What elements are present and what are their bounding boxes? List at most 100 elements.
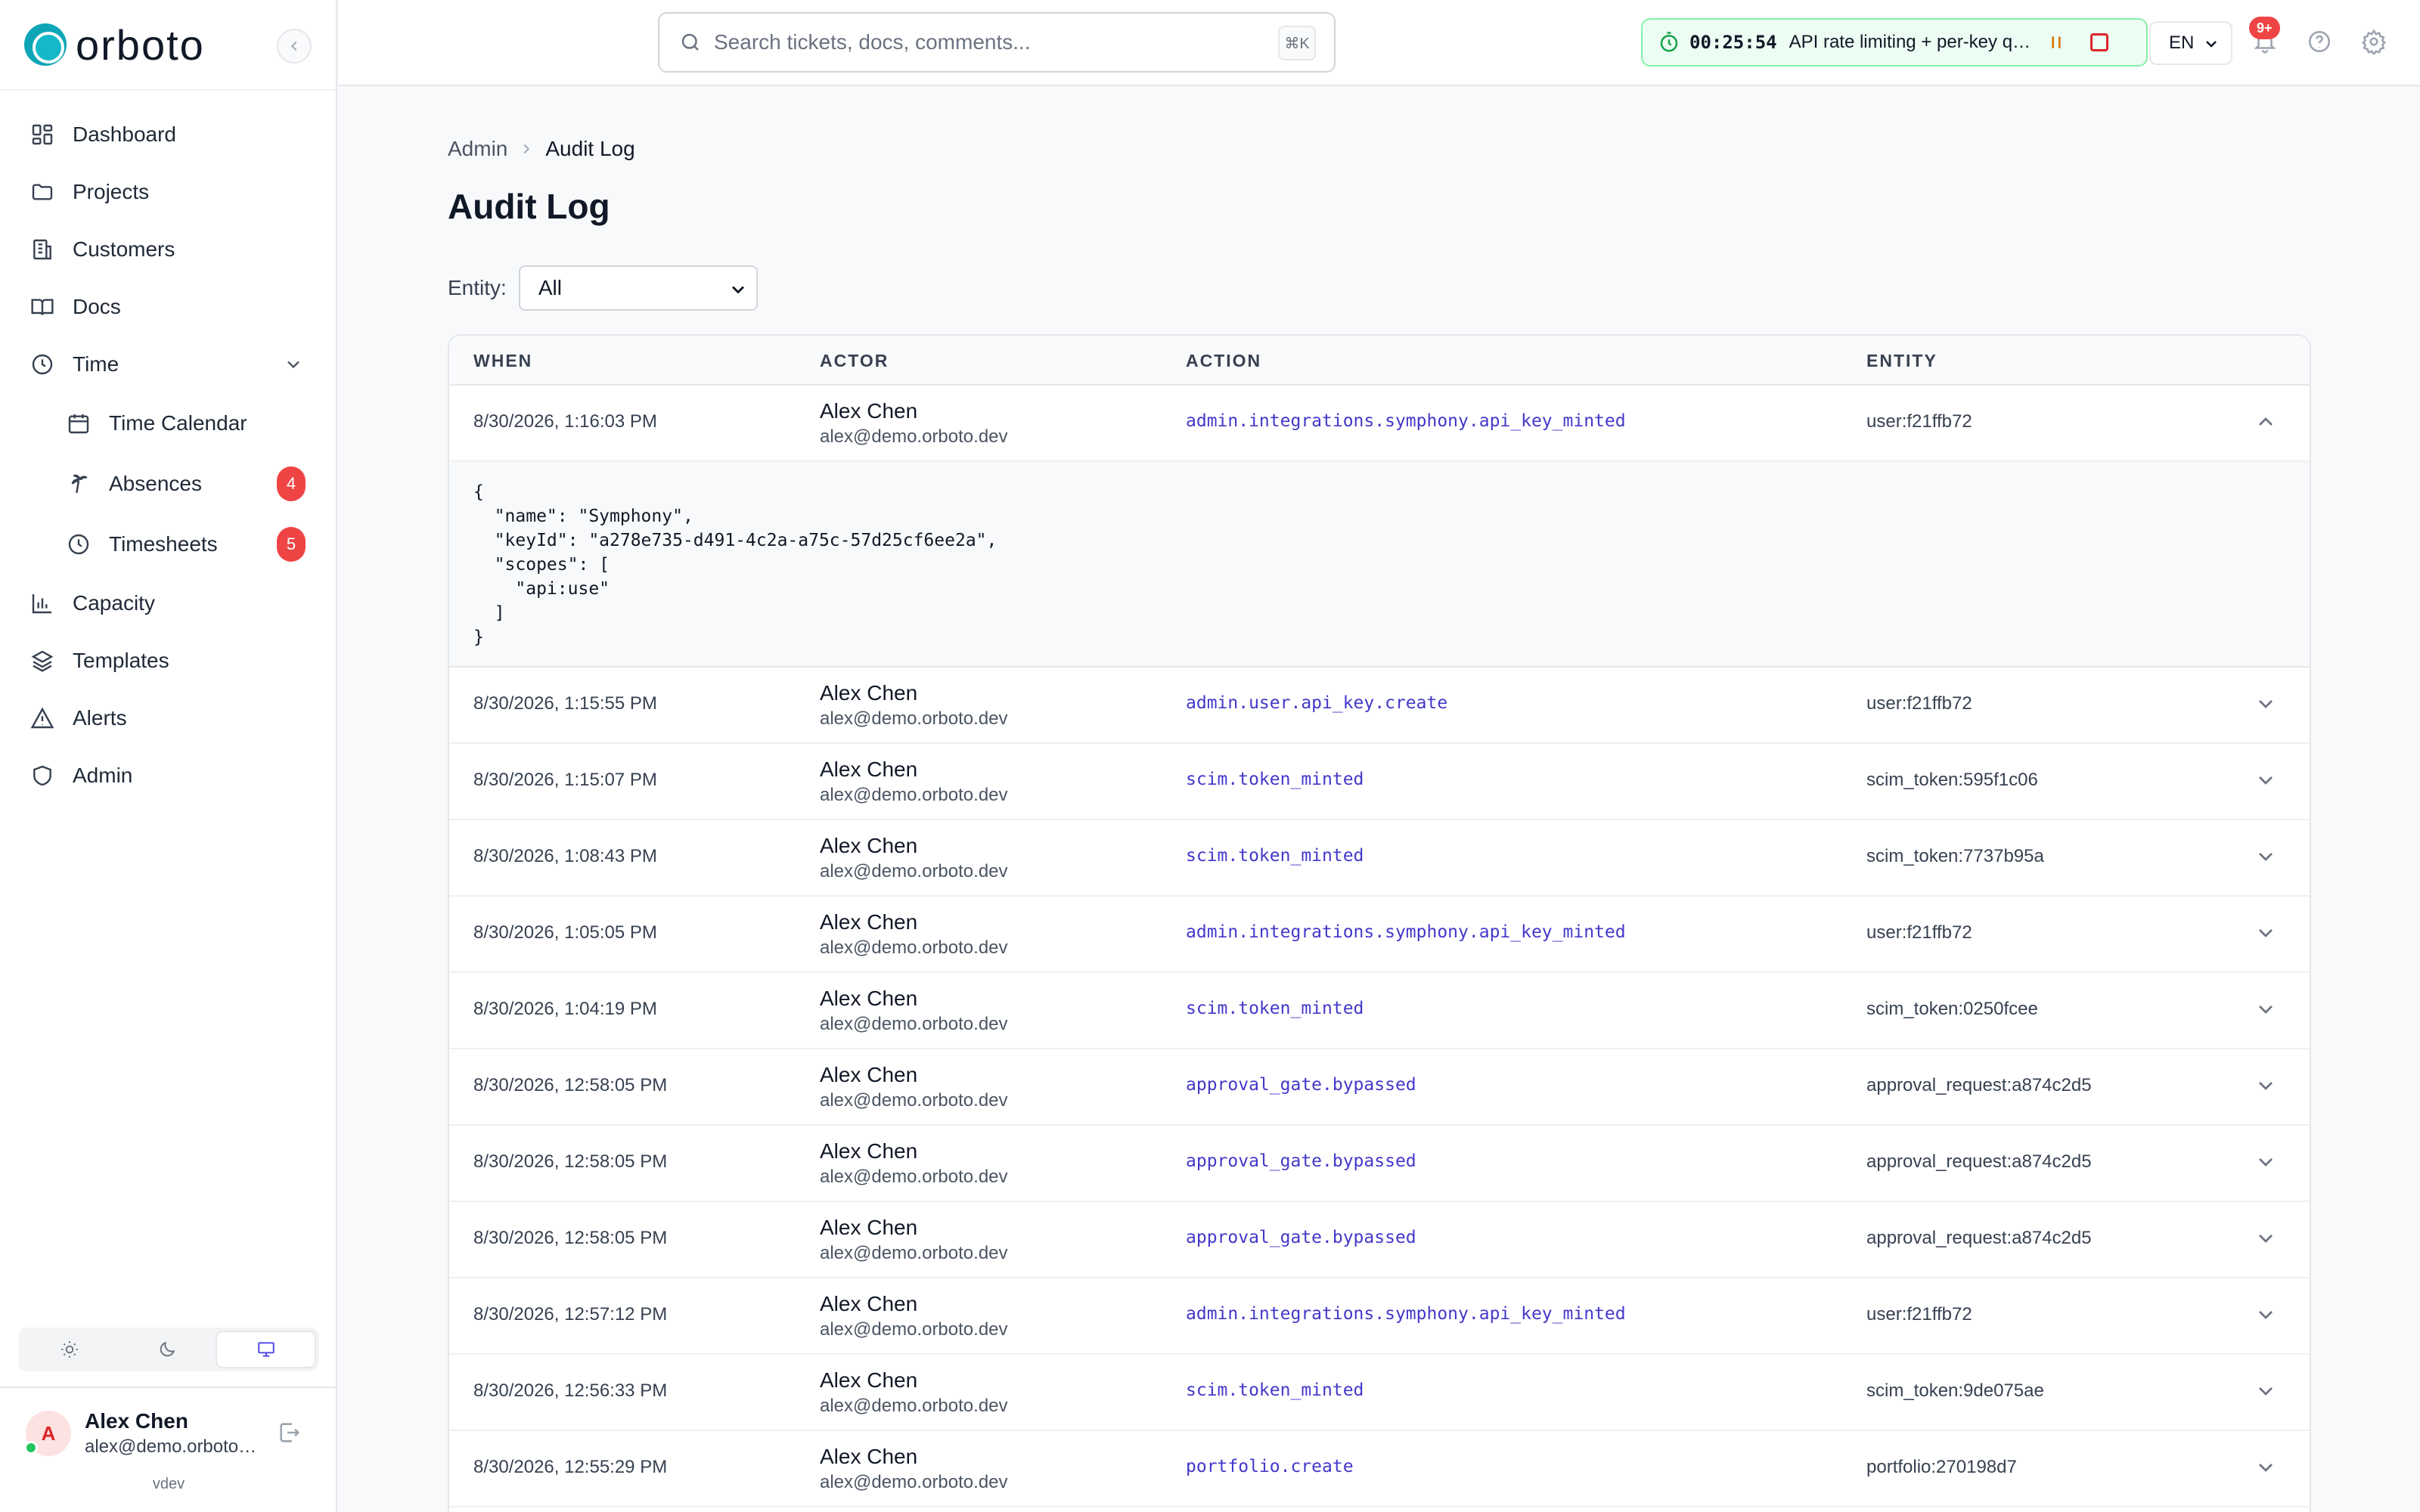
monitor-icon (257, 1342, 275, 1357)
online-status-dot (24, 1441, 38, 1455)
row-action: scim.token_minted (1186, 846, 1364, 866)
row-when: 8/30/2026, 12:55:29 PM (473, 1457, 668, 1477)
column-entity: ENTITY (1866, 351, 1938, 370)
collapse-sidebar-button[interactable] (277, 29, 312, 64)
logout-icon[interactable] (277, 1420, 302, 1445)
folder-icon (32, 184, 53, 200)
search-shortcut-hint: ⌘K (1278, 26, 1316, 60)
row-entity: scim_token:0250fcee (1866, 999, 2038, 1019)
sidebar-item-templates[interactable]: Templates (0, 632, 336, 689)
theme-dark-button[interactable] (119, 1331, 216, 1368)
table-row[interactable]: 8/30/2026, 1:05:05 PM Alex Chen alex@demo.… (449, 897, 2310, 973)
column-action: ACTION (1186, 351, 1262, 370)
sidebar-item-capacity[interactable]: Capacity (0, 575, 336, 632)
chevron-down-icon[interactable] (2254, 768, 2278, 792)
chevron-down-icon[interactable] (2254, 1150, 2278, 1174)
help-icon[interactable] (2307, 29, 2332, 54)
sidebar-item-timesheets[interactable]: Timesheets 5 (0, 514, 336, 575)
breadcrumb: Admin Audit Log (448, 129, 2311, 169)
table-row[interactable]: 8/30/2026, 1:08:43 PM Alex Chen alex@demo.… (449, 820, 2310, 897)
breadcrumb-admin[interactable]: Admin (448, 137, 507, 161)
row-actor-name: Alex Chen (820, 1216, 918, 1239)
table-row[interactable]: 8/30/2026, 1:15:07 PM Alex Chen alex@demo.… (449, 744, 2310, 820)
row-action: scim.token_minted (1186, 999, 1364, 1018)
sidebar-item-time-calendar[interactable]: Time Calendar (0, 393, 336, 454)
row-actor-email: alex@demo.orboto.dev (820, 937, 1008, 958)
table-row[interactable]: 8/30/2026, 1:15:55 PM Alex Chen alex@demo.… (449, 668, 2310, 744)
search-icon (681, 33, 699, 51)
table-row[interactable]: 8/30/2026, 12:58:05 PM Alex Chen alex@demo… (449, 1126, 2310, 1202)
chevron-down-icon[interactable] (2254, 1226, 2278, 1250)
theme-light-button[interactable] (21, 1331, 119, 1368)
sidebar-item-customers[interactable]: Customers (0, 221, 336, 278)
sidebar-item-label: Time (73, 352, 119, 376)
row-entity: user:f21ffb72 (1866, 922, 1972, 943)
row-action: scim.token_minted (1186, 770, 1364, 789)
row-actor-name: Alex Chen (820, 910, 918, 934)
sidebar-item-dashboard[interactable]: Dashboard (0, 106, 336, 163)
row-when: 8/30/2026, 12:56:33 PM (473, 1380, 668, 1401)
row-entity: approval_request:a874c2d5 (1866, 1228, 2092, 1248)
row-entity: scim_token:9de075ae (1866, 1380, 2044, 1401)
stop-icon[interactable] (2090, 33, 2108, 51)
chevron-down-icon[interactable] (2254, 844, 2278, 869)
sidebar-item-docs[interactable]: Docs (0, 278, 336, 336)
table-row[interactable]: 8/30/2026, 12:56:33 PM Alex Chen alex@demo… (449, 1355, 2310, 1431)
language-select[interactable]: EN (2149, 21, 2232, 65)
search-box[interactable]: ⌘K (658, 12, 1336, 73)
chevron-down-icon[interactable] (2254, 921, 2278, 945)
logo[interactable]: orboto (0, 0, 336, 91)
table-row[interactable]: 8/30/2026, 1:04:19 PM Alex Chen alex@demo.… (449, 973, 2310, 1049)
row-action: admin.integrations.symphony.api_key_mint… (1186, 411, 1626, 431)
sidebar-item-projects[interactable]: Projects (0, 163, 336, 221)
sidebar-item-absences[interactable]: Absences 4 (0, 454, 336, 514)
sidebar-item-time[interactable]: Time (0, 336, 336, 393)
gear-icon[interactable] (2361, 29, 2387, 54)
row-action: admin.integrations.symphony.api_key_mint… (1186, 922, 1626, 942)
row-actor-email: alex@demo.orboto.dev (820, 861, 1008, 881)
chevron-up-icon[interactable] (2254, 410, 2278, 434)
sidebar-item-label: Projects (73, 180, 150, 203)
shield-icon (33, 765, 51, 786)
audit-log-table: WHEN ACTOR ACTION ENTITY 8/30/2026, 1:16… (448, 334, 2311, 1512)
running-timer[interactable]: 00:25:54 API rate limiting + per-key quo… (1641, 18, 2148, 67)
entity-filter-select[interactable]: All (518, 265, 758, 311)
sidebar-item-label: Customers (73, 237, 175, 261)
chevron-down-icon[interactable] (2254, 1379, 2278, 1403)
chevron-down-icon[interactable] (2254, 1074, 2278, 1098)
row-actor-name: Alex Chen (820, 834, 918, 857)
row-actor-name: Alex Chen (820, 1063, 918, 1086)
row-action: portfolio.create (1186, 1457, 1354, 1476)
table-row[interactable]: 8/30/2026, 12:58:05 PM Alex Chen alex@demo… (449, 1202, 2310, 1278)
user-profile[interactable]: A Alex Chen alex@demo.orboto.dev vdev (0, 1387, 337, 1512)
row-entity: scim_token:595f1c06 (1866, 770, 2038, 790)
row-actor-email: alex@demo.orboto.dev (820, 1014, 1008, 1034)
row-actor-email: alex@demo.orboto.dev (820, 1396, 1008, 1416)
env-label: vdev (152, 1476, 185, 1492)
chevron-down-icon[interactable] (2254, 1455, 2278, 1479)
alert-triangle-icon (30, 707, 54, 729)
sidebar-item-admin[interactable]: Admin (0, 747, 336, 804)
building-icon (33, 239, 51, 260)
table-row[interactable]: 8/30/2026, 12:58:05 PM Alex Chen alex@demo… (449, 1049, 2310, 1126)
row-actor-email: alex@demo.orboto.dev (820, 426, 1008, 447)
column-when: WHEN (473, 351, 533, 370)
table-row[interactable]: 8/30/2026, 12:55:29 PM Alex Chen alex@demo… (449, 1431, 2310, 1507)
clock-icon (32, 354, 53, 375)
logo-mark (24, 23, 67, 66)
chevron-down-icon[interactable] (2254, 1303, 2278, 1327)
theme-system-button[interactable] (216, 1331, 317, 1368)
sidebar-item-alerts[interactable]: Alerts (0, 689, 336, 747)
row-details-json: { "name": "Symphony", "keyId": "a278e735… (473, 482, 997, 647)
row-actor-email: alex@demo.orboto.dev (820, 708, 1008, 729)
pause-icon[interactable] (2046, 32, 2066, 53)
moon-icon (160, 1341, 175, 1357)
sidebar: orboto Dashboard Projects Customers Docs… (0, 0, 337, 1512)
chevron-left-icon (290, 41, 297, 51)
chevron-down-icon[interactable] (2254, 997, 2278, 1021)
table-row[interactable]: 8/30/2026, 12:57:12 PM Alex Chen alex@demo… (449, 1278, 2310, 1355)
table-row[interactable]: 8/30/2026, 1:16:03 PM Alex Chen alex@demo.… (449, 386, 2310, 462)
search-input[interactable] (714, 30, 1258, 54)
row-actor-email: alex@demo.orboto.dev (820, 1167, 1008, 1187)
chevron-down-icon[interactable] (2254, 692, 2278, 716)
